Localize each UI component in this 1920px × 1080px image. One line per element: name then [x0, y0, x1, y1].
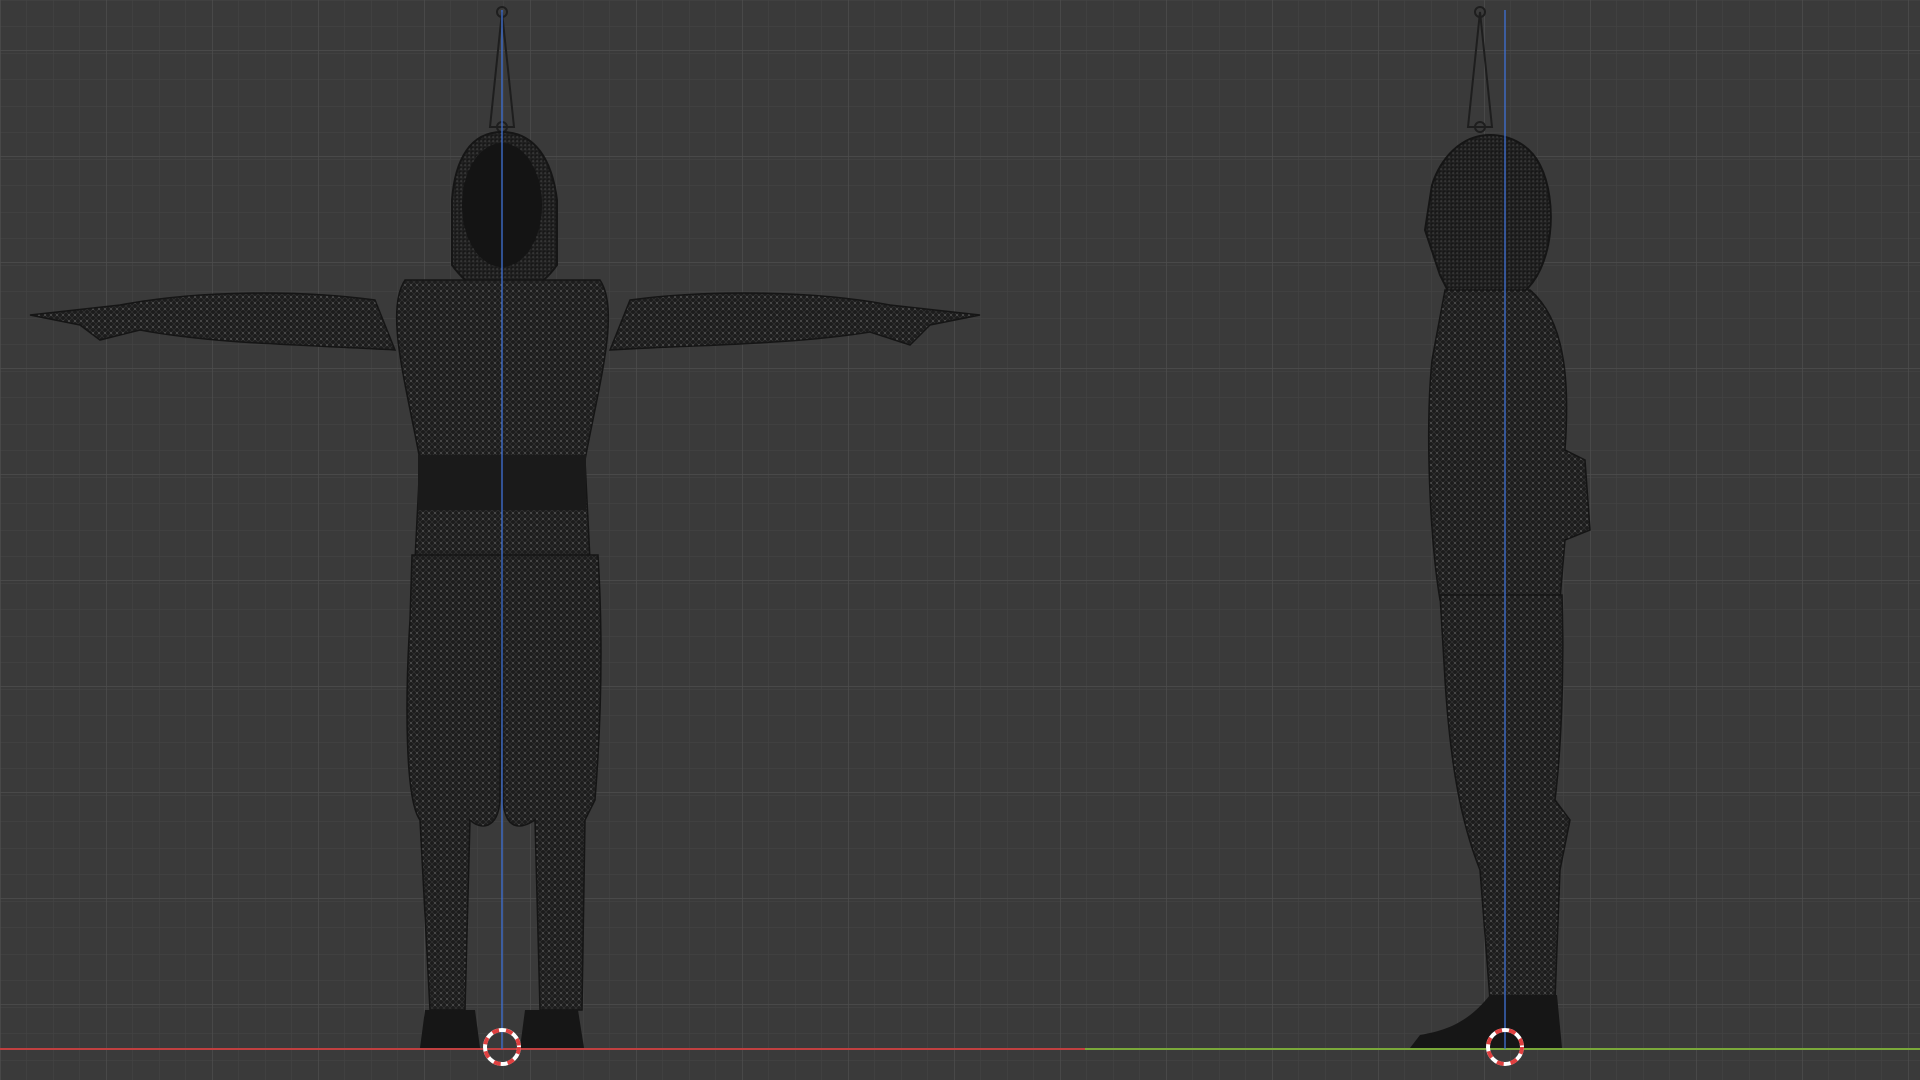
3d-viewport[interactable]: [0, 0, 1920, 1080]
grid-major: [0, 0, 1920, 1080]
viewport-canvas[interactable]: [0, 0, 1920, 1080]
